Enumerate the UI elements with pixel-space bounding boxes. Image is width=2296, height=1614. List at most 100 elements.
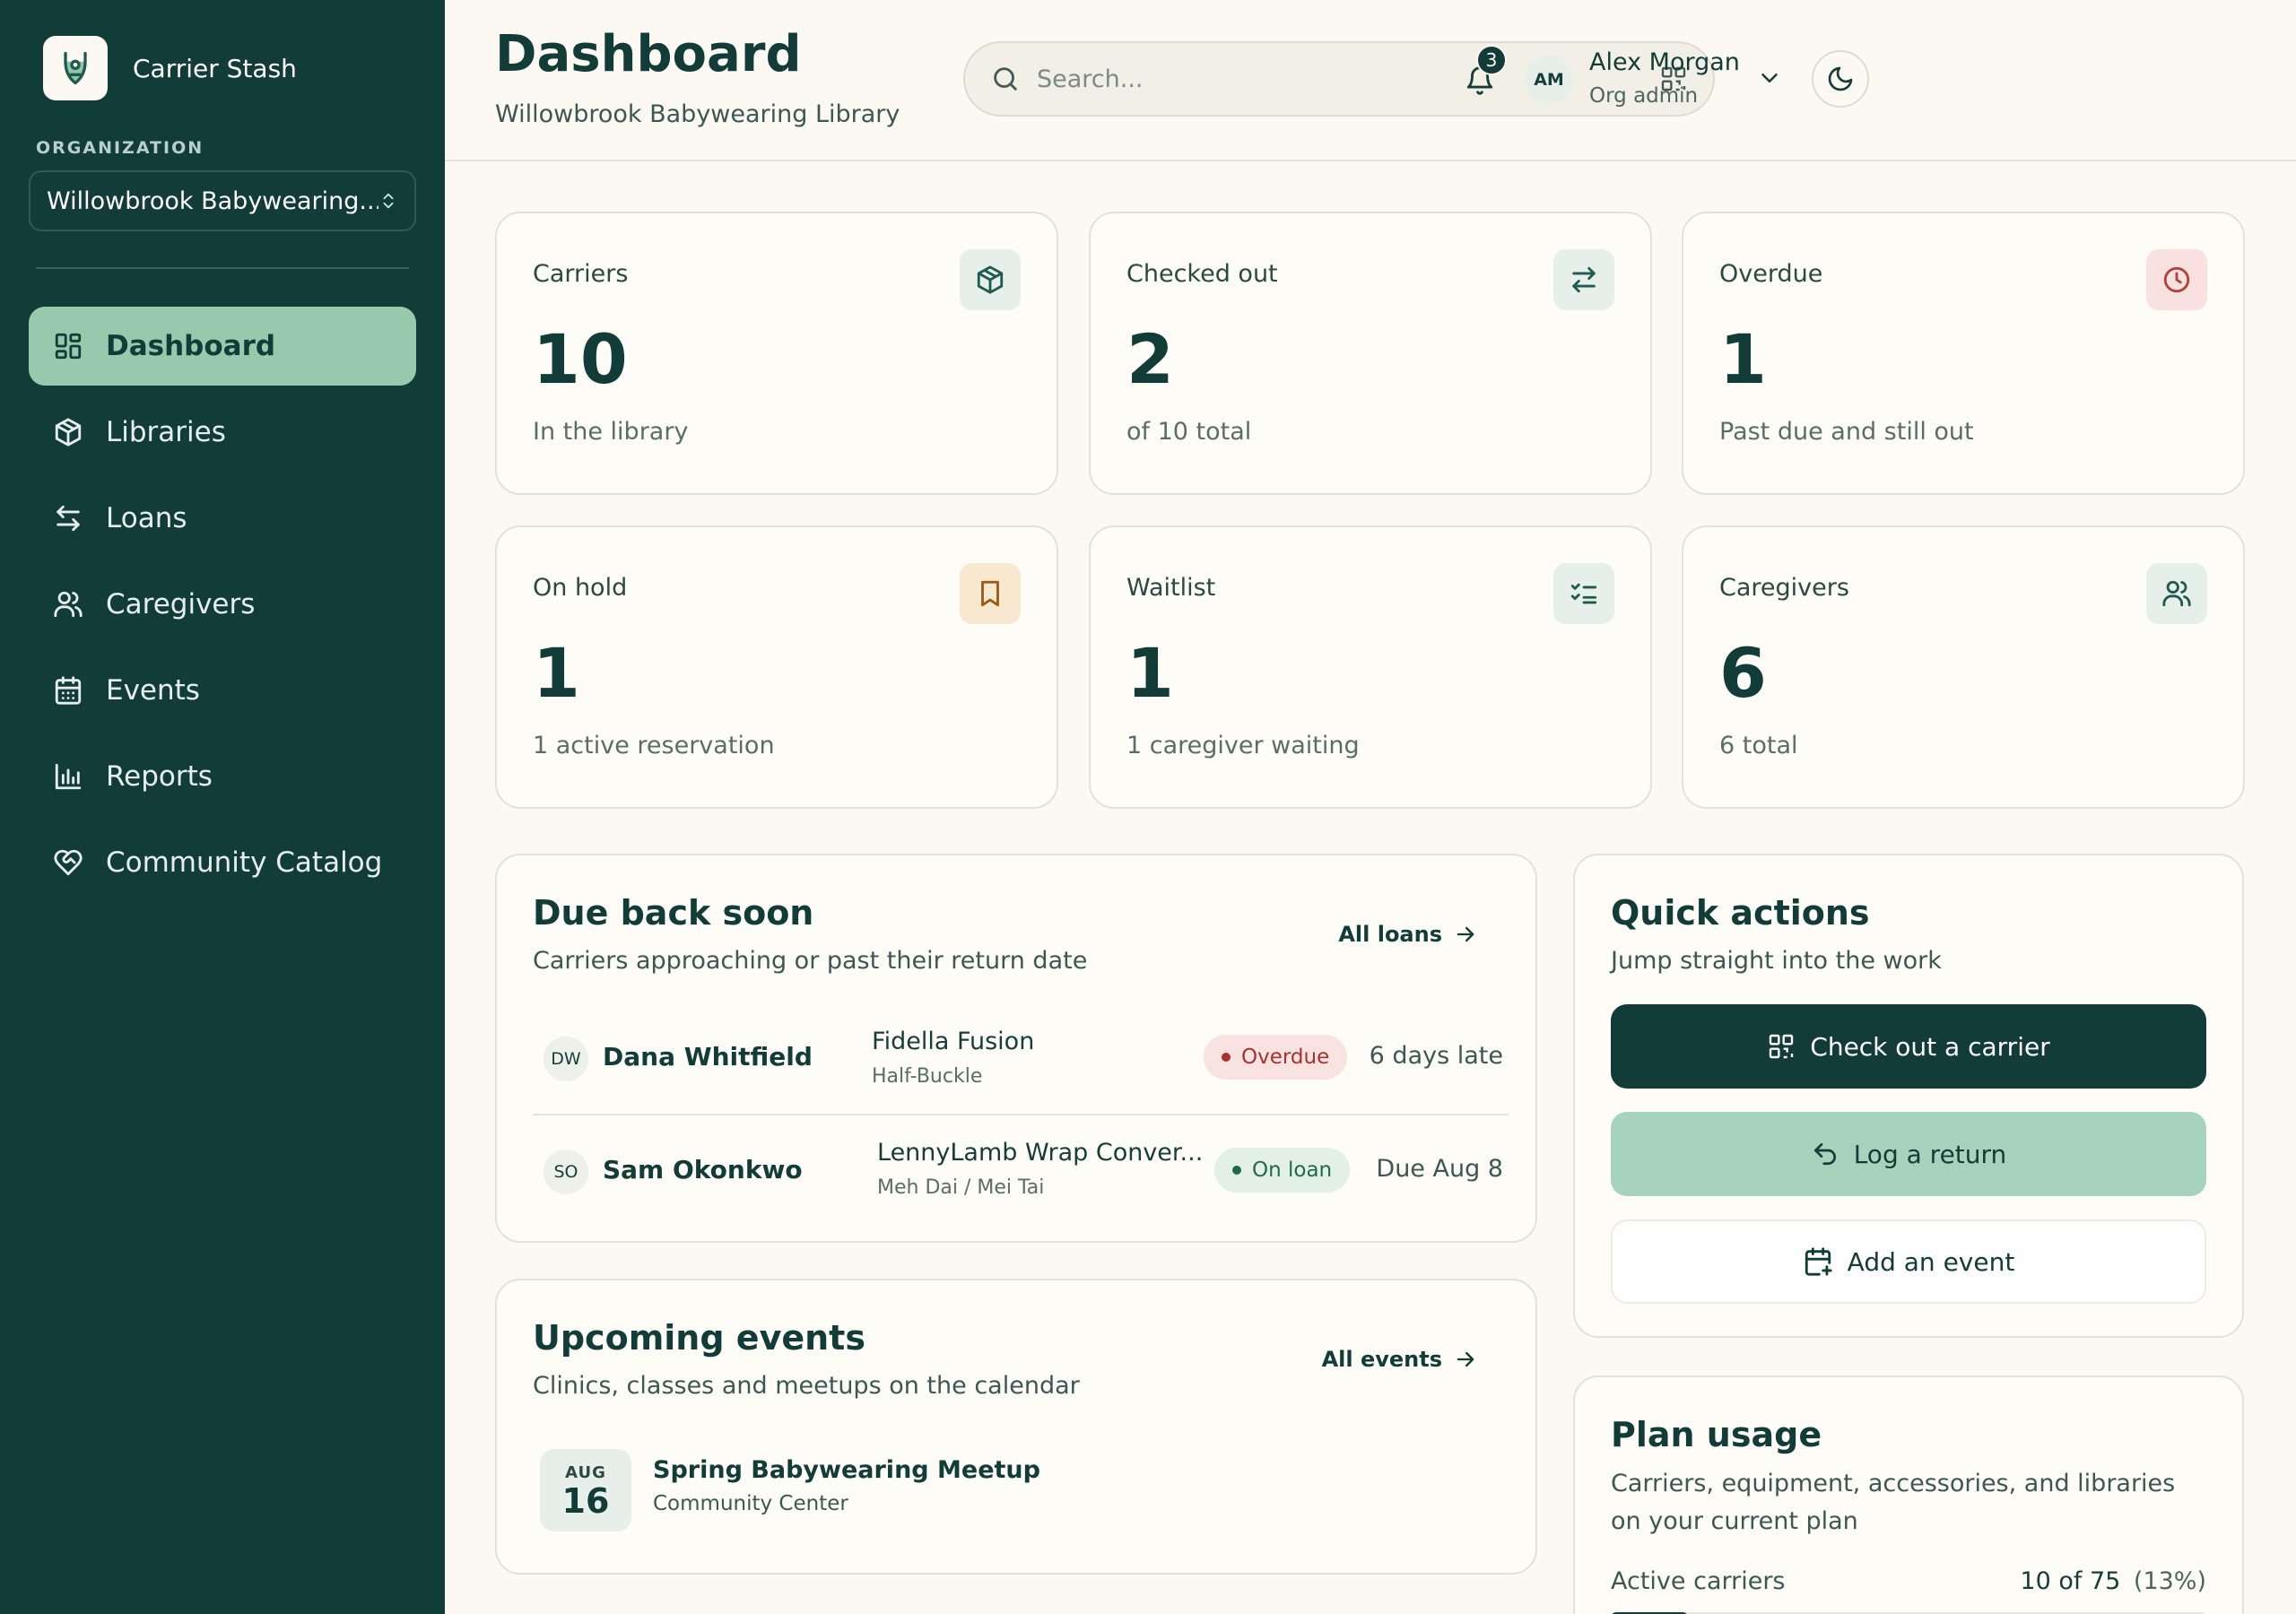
calendar-plus-icon: [1803, 1246, 1848, 1277]
arrow-right-icon: [1442, 1347, 1478, 1372]
box-icon: [960, 249, 1021, 310]
carrier-type: Half-Buckle: [872, 1065, 983, 1088]
chevron-up-down-icon: [378, 191, 398, 211]
stat-card-on-hold[interactable]: On hold 1 1 active reservation: [495, 525, 1058, 809]
stat-subtext: of 10 total: [1126, 418, 1252, 446]
usage-value: 10 of 75 (13%): [2020, 1567, 2206, 1595]
sidebar-item-label: Loans: [106, 502, 187, 534]
users-icon: [50, 586, 86, 622]
stat-label: Waitlist: [1126, 574, 1216, 602]
box-icon: [50, 414, 86, 450]
notifications-badge: 3: [1476, 45, 1507, 75]
theme-toggle-button[interactable]: [1812, 50, 1869, 108]
due-text: Due Aug 8: [1376, 1155, 1503, 1183]
add-event-button[interactable]: Add an event: [1611, 1219, 2206, 1304]
plan-usage-panel: Plan usage Carriers, equipment, accessor…: [1573, 1375, 2244, 1614]
arrows-swap-icon: [1553, 249, 1614, 310]
log-return-button[interactable]: Log a return: [1611, 1112, 2206, 1196]
stat-card-checked-out[interactable]: Checked out 2 of 10 total: [1089, 212, 1652, 495]
status-dot: [1222, 1053, 1231, 1062]
link-label: All loans: [1338, 922, 1442, 947]
stat-value: 2: [1126, 319, 1174, 399]
panel-subtitle: Carriers approaching or past their retur…: [533, 947, 1088, 975]
sidebar-item-loans[interactable]: Loans: [29, 479, 416, 558]
all-loans-link[interactable]: All loans: [1338, 922, 1478, 947]
button-label: Add an event: [1847, 1246, 2015, 1277]
layout-grid-icon: [50, 328, 86, 364]
panel-subtitle: Jump straight into the work: [1611, 947, 1942, 975]
table-row[interactable]: DW Dana Whitfield Fidella Fusion Half-Bu…: [533, 1002, 1509, 1115]
stat-card-caregivers[interactable]: Caregivers 6 6 total: [1682, 525, 2245, 809]
sidebar-item-community-catalog[interactable]: Community Catalog: [29, 823, 416, 902]
stat-subtext: 1 active reservation: [533, 732, 775, 759]
event-month: AUG: [565, 1462, 606, 1482]
stat-value: 6: [1719, 633, 1767, 713]
sidebar-item-label: Libraries: [106, 416, 226, 448]
status-label: Overdue: [1241, 1046, 1330, 1069]
table-row[interactable]: SO Sam Okonkwo LennyLamb Wrap Conver... …: [533, 1115, 1509, 1228]
stat-subtext: Past due and still out: [1719, 418, 1974, 446]
carrier-name: LennyLamb Wrap Conver...: [877, 1139, 1204, 1167]
panel-title: Plan usage: [1611, 1415, 1822, 1454]
panel-title: Quick actions: [1611, 893, 1870, 933]
brand[interactable]: Carrier Stash: [43, 36, 297, 100]
due-back-panel: Due back soon Carriers approaching or pa…: [495, 854, 1537, 1243]
caregiver-name: Dana Whitfield: [603, 1042, 813, 1072]
sidebar-item-label: Caregivers: [106, 588, 256, 620]
arrow-right-icon: [1442, 922, 1478, 947]
moon-icon: [1826, 65, 1855, 93]
sidebar-item-libraries[interactable]: Libraries: [29, 393, 416, 472]
usage-count: 10 of 75: [2020, 1567, 2121, 1595]
users-icon: [2146, 563, 2207, 624]
panel-title: Due back soon: [533, 893, 814, 933]
stat-label: Overdue: [1719, 260, 1823, 288]
chevron-down-icon[interactable]: [1756, 65, 1783, 91]
stat-value: 10: [533, 319, 628, 399]
stat-subtext: In the library: [533, 418, 689, 446]
sidebar-item-events[interactable]: Events: [29, 651, 416, 730]
user-name[interactable]: Alex Morgan: [1589, 48, 1740, 76]
sidebar-nav: Dashboard Libraries Loans Caregivers Eve…: [29, 307, 416, 909]
stat-card-carriers[interactable]: Carriers 10 In the library: [495, 212, 1058, 495]
stat-label: Carriers: [533, 260, 629, 288]
page-subtitle: Willowbrook Babywearing Library: [495, 100, 900, 128]
panel-subtitle: Clinics, classes and meetups on the cale…: [533, 1372, 1080, 1400]
link-label: All events: [1321, 1347, 1442, 1372]
all-events-link[interactable]: All events: [1322, 1347, 1478, 1372]
clock-icon: [2146, 249, 2207, 310]
stat-card-overdue[interactable]: Overdue 1 Past due and still out: [1682, 212, 2245, 495]
event-location: Community Center: [653, 1492, 848, 1515]
avatar[interactable]: AM: [1525, 56, 1573, 104]
search-icon: [990, 64, 1021, 94]
calendar-icon: [50, 672, 86, 708]
check-out-carrier-button[interactable]: Check out a carrier: [1611, 1004, 2206, 1089]
usage-percent: (13%): [2133, 1567, 2206, 1595]
caregiver-name: Sam Okonkwo: [603, 1155, 803, 1184]
org-select[interactable]: Willowbrook Babywearing...: [29, 170, 416, 231]
stat-subtext: 6 total: [1719, 732, 1798, 759]
sidebar-item-caregivers[interactable]: Caregivers: [29, 565, 416, 644]
stat-card-waitlist[interactable]: Waitlist 1 1 caregiver waiting: [1089, 525, 1652, 809]
avatar: SO: [544, 1150, 588, 1194]
carrier-name: Fidella Fusion: [872, 1028, 1035, 1055]
top-header: Dashboard Willowbrook Babywearing Librar…: [445, 0, 2296, 161]
heart-handshake-icon: [50, 845, 86, 881]
sidebar-item-dashboard[interactable]: Dashboard: [29, 307, 416, 386]
button-label: Check out a carrier: [1810, 1031, 2050, 1062]
status-badge: Overdue: [1204, 1035, 1348, 1080]
due-text: 6 days late: [1369, 1042, 1503, 1070]
sidebar-item-reports[interactable]: Reports: [29, 737, 416, 816]
stat-label: On hold: [533, 574, 628, 602]
stat-value: 1: [1126, 633, 1174, 713]
brand-logo-icon: [43, 36, 108, 100]
status-label: On loan: [1252, 1158, 1333, 1182]
stat-value: 1: [533, 633, 580, 713]
stat-value: 1: [1719, 319, 1767, 399]
usage-label: Active carriers: [1611, 1567, 1786, 1595]
bar-chart-icon: [50, 759, 86, 794]
event-title[interactable]: Spring Babywearing Meetup: [653, 1456, 1040, 1484]
undo-icon: [1811, 1140, 1854, 1168]
quick-actions-panel: Quick actions Jump straight into the wor…: [1573, 854, 2244, 1338]
stat-label: Checked out: [1126, 260, 1278, 288]
sidebar-item-label: Events: [106, 674, 200, 707]
